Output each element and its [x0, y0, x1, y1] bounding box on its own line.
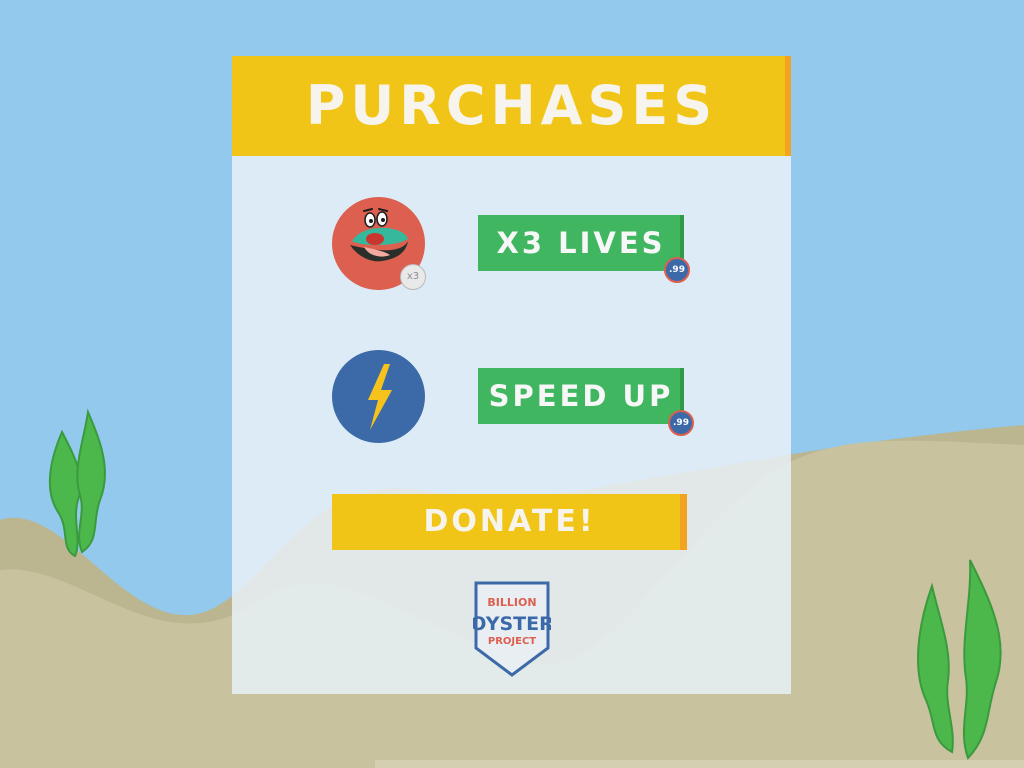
purchases-panel: PURCHASES x3 X3 LIVES .99 SPEED UP .99 D…	[232, 56, 791, 694]
svg-text:BILLION: BILLION	[487, 596, 536, 609]
buy-x3-lives-label: X3 LIVES	[496, 226, 666, 260]
x3-lives-price-badge: .99	[664, 257, 690, 283]
buy-speed-up-label: SPEED UP	[488, 379, 674, 413]
x3-badge: x3	[400, 264, 426, 290]
billion-oyster-project-logo[interactable]: BILLION OYSTER PROJECT	[473, 580, 551, 678]
buy-x3-lives-button[interactable]: X3 LIVES	[478, 215, 684, 271]
svg-text:OYSTER: OYSTER	[473, 613, 551, 635]
sea-floor-strip	[375, 760, 1024, 768]
donate-label: DONATE!	[423, 504, 596, 539]
panel-title: PURCHASES	[305, 74, 718, 137]
lightning-bolt-icon	[332, 350, 425, 443]
donate-button[interactable]: DONATE!	[332, 494, 687, 550]
seaweed-left	[48, 408, 106, 558]
game-screen: PURCHASES x3 X3 LIVES .99 SPEED UP .99 D…	[0, 0, 1024, 768]
buy-speed-up-button[interactable]: SPEED UP	[478, 368, 684, 424]
svg-text:PROJECT: PROJECT	[488, 636, 536, 647]
speed-up-price-badge: .99	[668, 410, 694, 436]
